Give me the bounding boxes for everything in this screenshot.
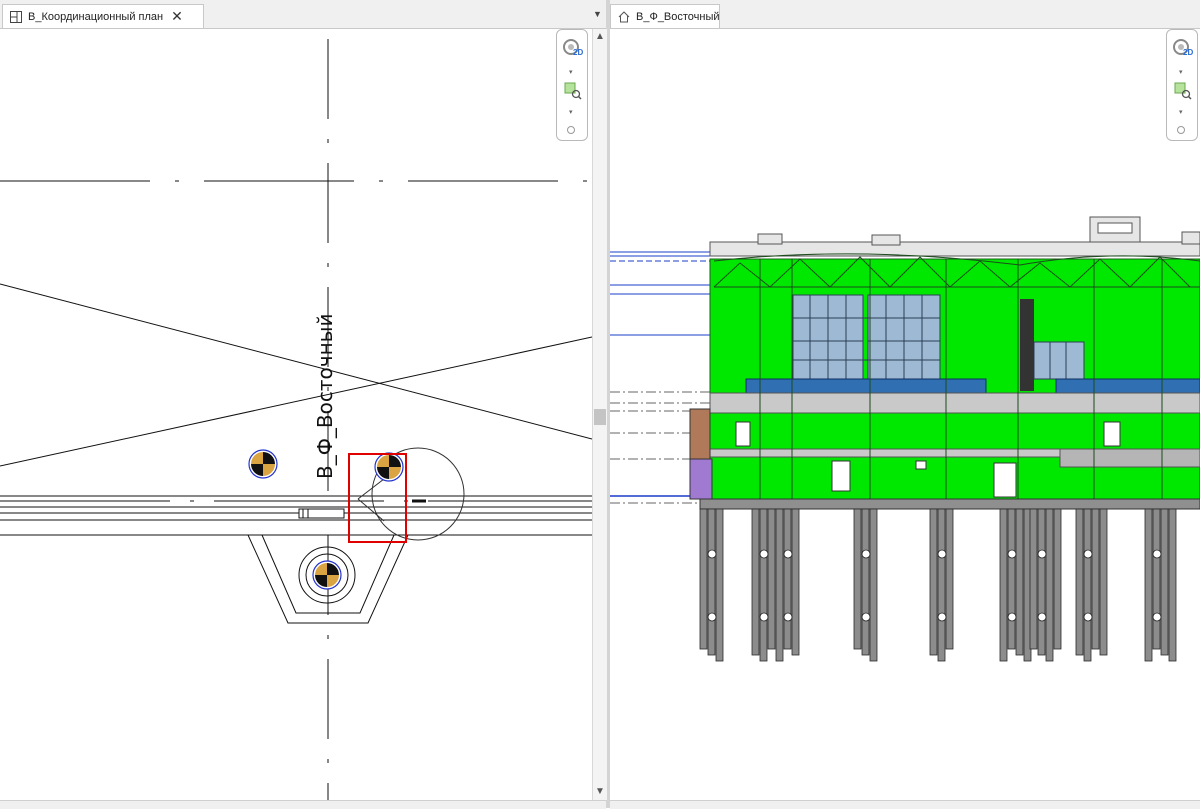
pile-tag — [1152, 612, 1162, 622]
tab-coordination-plan[interactable]: В_Координационный план ✕ — [2, 4, 204, 28]
pile-group — [699, 508, 1177, 662]
chevron-down-icon[interactable]: ▾ — [1179, 108, 1183, 116]
pile-tag — [861, 612, 871, 622]
pile — [699, 508, 708, 650]
zoom-region-icon[interactable] — [564, 82, 582, 100]
plan-drawing: В_Ф_Восточный — [0, 39, 592, 800]
settings-dot-icon[interactable] — [567, 126, 575, 134]
pile — [775, 508, 784, 662]
pile — [1053, 508, 1062, 650]
pile — [1075, 508, 1084, 656]
diagonal-line — [0, 283, 592, 440]
pile — [751, 508, 760, 656]
pile — [999, 508, 1008, 662]
pile — [767, 508, 776, 650]
pile — [1029, 508, 1038, 650]
pile-tag — [1037, 549, 1047, 559]
scroll-up-arrow-icon[interactable]: ▲ — [595, 31, 605, 42]
pile-tag — [759, 612, 769, 622]
pile — [1091, 508, 1100, 650]
wheel-badge: 2D — [573, 48, 584, 57]
settings-dot-icon[interactable] — [1177, 126, 1185, 134]
elevation-view-canvas[interactable]: 2D ▾ ▾ — [610, 29, 1200, 800]
tab-label: В_Ф_Восточный — [636, 10, 720, 23]
pile — [1144, 508, 1153, 662]
pile-tag — [783, 549, 793, 559]
pile — [783, 508, 792, 650]
pile-tag — [1037, 612, 1047, 622]
chevron-down-icon[interactable]: ▾ — [1179, 68, 1183, 76]
elevation-house-icon — [617, 10, 631, 24]
pile — [791, 508, 800, 656]
survey-point-marker — [312, 560, 342, 590]
elevation-marker-arrow — [357, 478, 385, 522]
pile-tag — [707, 549, 717, 559]
survey-point-marker — [374, 452, 404, 482]
pile — [1160, 508, 1169, 656]
navigation-wheel-icon[interactable]: 2D — [1172, 38, 1194, 60]
zoom-region-icon[interactable] — [1174, 82, 1192, 100]
pile-tag — [1007, 612, 1017, 622]
pile-tag — [1152, 549, 1162, 559]
scroll-thumb[interactable] — [594, 409, 606, 425]
pile — [1007, 508, 1016, 650]
plan-view-canvas[interactable]: В_Ф_Восточный 2D ▾ ▾ — [0, 29, 592, 800]
close-icon[interactable]: ✕ — [171, 8, 183, 25]
pile — [759, 508, 768, 662]
pile — [1083, 508, 1092, 662]
pile — [869, 508, 878, 662]
pile-tag — [783, 612, 793, 622]
pile-tag — [1083, 549, 1093, 559]
vertical-scrollbar[interactable]: ▲ ▼ — [592, 29, 607, 800]
survey-point-marker — [248, 449, 278, 479]
dropdown-arrow-icon[interactable]: ▼ — [593, 9, 602, 19]
pile-tag — [1007, 549, 1017, 559]
pile — [937, 508, 946, 662]
pile-tag — [937, 612, 947, 622]
pile — [929, 508, 938, 656]
tab-label: В_Координационный план — [28, 10, 164, 23]
pile — [1099, 508, 1108, 656]
elevation-view-label[interactable]: В_Ф_Восточный — [313, 314, 337, 479]
pile — [945, 508, 954, 650]
pile — [1015, 508, 1024, 656]
pile — [715, 508, 724, 662]
left-tab-bar: В_Координационный план ✕ ▼ — [0, 0, 606, 29]
pile — [1045, 508, 1054, 662]
scroll-down-arrow-icon[interactable]: ▼ — [595, 786, 605, 797]
pile-tag — [1083, 612, 1093, 622]
navigation-bar: 2D ▾ ▾ — [556, 29, 588, 141]
pile — [853, 508, 862, 650]
diagonal-line — [0, 336, 592, 467]
wheel-badge: 2D — [1183, 48, 1194, 57]
pile — [1037, 508, 1046, 656]
floor-plan-icon — [9, 10, 23, 24]
navigation-wheel-icon[interactable]: 2D — [562, 38, 584, 60]
pile — [861, 508, 870, 656]
chevron-down-icon[interactable]: ▾ — [569, 68, 573, 76]
right-tab-bar: В_Ф_Восточный — [610, 0, 1200, 29]
pile-tag — [861, 549, 871, 559]
navigation-bar: 2D ▾ ▾ — [1166, 29, 1198, 141]
beam-detail — [298, 508, 345, 519]
tab-east-elevation[interactable]: В_Ф_Восточный — [610, 4, 720, 28]
pile — [1152, 508, 1161, 650]
pile-tag — [759, 549, 769, 559]
pile-tag — [707, 612, 717, 622]
pile-tag — [937, 549, 947, 559]
chevron-down-icon[interactable]: ▾ — [569, 108, 573, 116]
pile — [1168, 508, 1177, 662]
pile — [707, 508, 716, 656]
